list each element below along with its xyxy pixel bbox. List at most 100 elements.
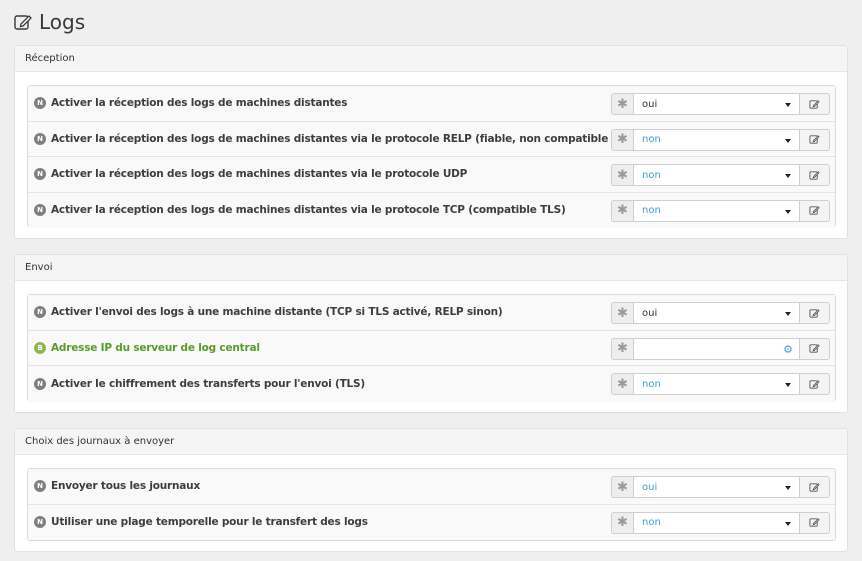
field-label: N Activer la réception des logs de machin…: [34, 193, 566, 229]
value-select[interactable]: non: [633, 511, 800, 534]
asterisk-icon[interactable]: ✱: [611, 199, 633, 222]
select-value: non: [642, 134, 661, 145]
field-control: ✱ oui: [611, 93, 830, 115]
field-control: ✱ non: [611, 199, 830, 222]
edit-button[interactable]: [800, 93, 830, 115]
field-row: B Adresse IP du serveur de log central ✱ …: [28, 330, 835, 366]
asterisk-icon[interactable]: ✱: [611, 128, 633, 151]
field-label: N Activer la réception des logs de machin…: [34, 86, 347, 121]
pencil-icon: [809, 135, 820, 144]
edit-button[interactable]: [800, 337, 830, 360]
edit-button[interactable]: [800, 476, 830, 498]
field-row: N Activer l'envoi des logs à une machine …: [28, 295, 835, 331]
mode-badge: N: [34, 132, 46, 145]
select-value: oui: [642, 307, 658, 319]
select-value: oui: [642, 98, 658, 110]
mode-badge: N: [34, 168, 46, 181]
edit-button[interactable]: [800, 373, 830, 395]
edit-button[interactable]: [800, 302, 830, 324]
value-select[interactable]: non: [633, 164, 800, 186]
value-select[interactable]: oui: [633, 93, 800, 115]
pencil-icon: [809, 379, 820, 389]
field-control: ✱ oui: [611, 476, 830, 498]
value-select[interactable]: non: [633, 373, 800, 395]
caret-down-icon: [785, 486, 791, 490]
value-select[interactable]: non: [633, 128, 800, 151]
field-control: ✱ non: [611, 511, 830, 534]
field-control: ✱ non: [611, 164, 830, 186]
page-title: Logs: [13, 8, 85, 36]
field-control: ✱ ⚙: [611, 337, 830, 360]
pencil-icon: [809, 170, 820, 180]
caret-down-icon: [785, 103, 791, 107]
asterisk-icon[interactable]: ✱: [611, 476, 633, 498]
field-label: N Activer la réception des logs de machin…: [34, 122, 637, 157]
section-reception: Réception N Activer la réception des logs…: [14, 45, 848, 239]
caret-down-icon: [785, 521, 791, 526]
edit-button[interactable]: [800, 511, 830, 534]
caret-down-icon: [785, 174, 791, 178]
asterisk-icon[interactable]: ✱: [611, 337, 633, 360]
section-header: Choix des journaux à envoyer: [15, 429, 847, 455]
value-select[interactable]: oui: [633, 476, 800, 498]
value-select[interactable]: oui: [633, 302, 800, 324]
pencil-icon: [809, 518, 820, 527]
field-group: N Activer l'envoi des logs à une machine …: [27, 294, 836, 402]
asterisk-icon[interactable]: ✱: [611, 511, 633, 534]
select-value: non: [642, 378, 661, 390]
select-value: oui: [642, 481, 658, 493]
mode-badge: N: [34, 306, 46, 319]
value-select[interactable]: non: [633, 199, 800, 222]
field-label-text: Envoyer tous les journaux: [51, 480, 201, 493]
field-row: N Activer la réception des logs de machin…: [28, 192, 835, 229]
select-value: non: [642, 169, 661, 181]
edit-button[interactable]: [800, 199, 830, 222]
asterisk-icon[interactable]: ✱: [611, 373, 633, 395]
mode-badge: N: [34, 204, 46, 217]
field-row: N Activer le chiffrement des transferts p…: [28, 366, 835, 402]
field-row: N Activer la réception des logs de machin…: [28, 157, 835, 193]
field-row: N Utiliser une plage temporelle pour le t…: [28, 504, 835, 541]
field-control: ✱ non: [611, 128, 830, 151]
section-header: Réception: [15, 46, 847, 72]
pencil-icon: [809, 308, 820, 318]
pencil-icon: [809, 482, 820, 492]
field-row: N Envoyer tous les journaux ✱ oui: [28, 469, 835, 505]
page-title-text: Logs: [39, 10, 86, 34]
edit-button[interactable]: [800, 128, 830, 151]
field-label-text: Activer l'envoi des logs à une machine d…: [51, 306, 503, 319]
select-value: non: [642, 517, 661, 528]
caret-down-icon: [785, 138, 791, 143]
edit-button[interactable]: [800, 164, 830, 186]
field-label-text: Activer le chiffrement des transferts po…: [51, 377, 366, 390]
field-label: N Envoyer tous les journaux: [34, 469, 200, 504]
mode-badge: N: [34, 377, 46, 390]
gears-icon[interactable]: ⚙: [783, 343, 793, 356]
pencil-icon: [809, 206, 820, 215]
field-label-text: Utiliser une plage temporelle pour le tr…: [51, 516, 368, 529]
field-group: N Envoyer tous les journaux ✱ oui N Utilis…: [27, 468, 836, 541]
caret-down-icon: [785, 312, 791, 316]
field-label: N Utiliser une plage temporelle pour le t…: [34, 505, 368, 541]
field-row: N Activer la réception des logs de machin…: [28, 121, 835, 157]
edit-icon: [14, 15, 32, 30]
pencil-icon: [809, 99, 820, 109]
pencil-icon: [809, 344, 820, 353]
section-choix-journaux: Choix des journaux à envoyer N Envoyer to…: [14, 428, 848, 552]
mode-badge: N: [34, 480, 46, 493]
mode-badge: N: [34, 516, 46, 529]
mode-badge: B: [34, 341, 46, 354]
asterisk-icon[interactable]: ✱: [611, 302, 633, 324]
ip-address-input[interactable]: ⚙: [633, 337, 800, 360]
field-label-text: Activer la réception des logs de machine…: [51, 132, 637, 145]
mode-badge: N: [34, 97, 46, 110]
field-label-text: Adresse IP du serveur de log central: [51, 341, 260, 354]
caret-down-icon: [785, 209, 791, 214]
field-label-text: Activer la réception des logs de machine…: [51, 168, 468, 181]
field-label: N Activer le chiffrement des transferts p…: [34, 366, 365, 402]
asterisk-icon[interactable]: ✱: [611, 164, 633, 186]
field-label-text: Activer la réception des logs de machine…: [51, 204, 566, 217]
asterisk-icon[interactable]: ✱: [611, 93, 633, 115]
field-label: N Activer l'envoi des logs à une machine …: [34, 295, 503, 330]
field-label: N Activer la réception des logs de machin…: [34, 157, 467, 192]
